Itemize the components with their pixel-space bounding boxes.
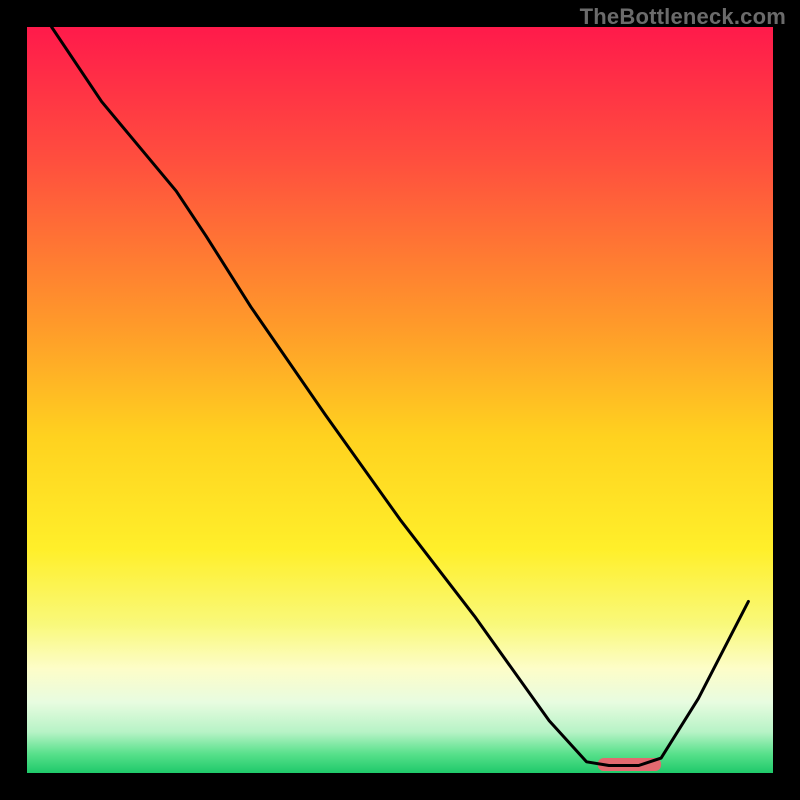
- watermark-text: TheBottleneck.com: [580, 4, 786, 30]
- bottleneck-chart: [0, 0, 800, 800]
- plot-background: [27, 27, 773, 773]
- chart-container: TheBottleneck.com: [0, 0, 800, 800]
